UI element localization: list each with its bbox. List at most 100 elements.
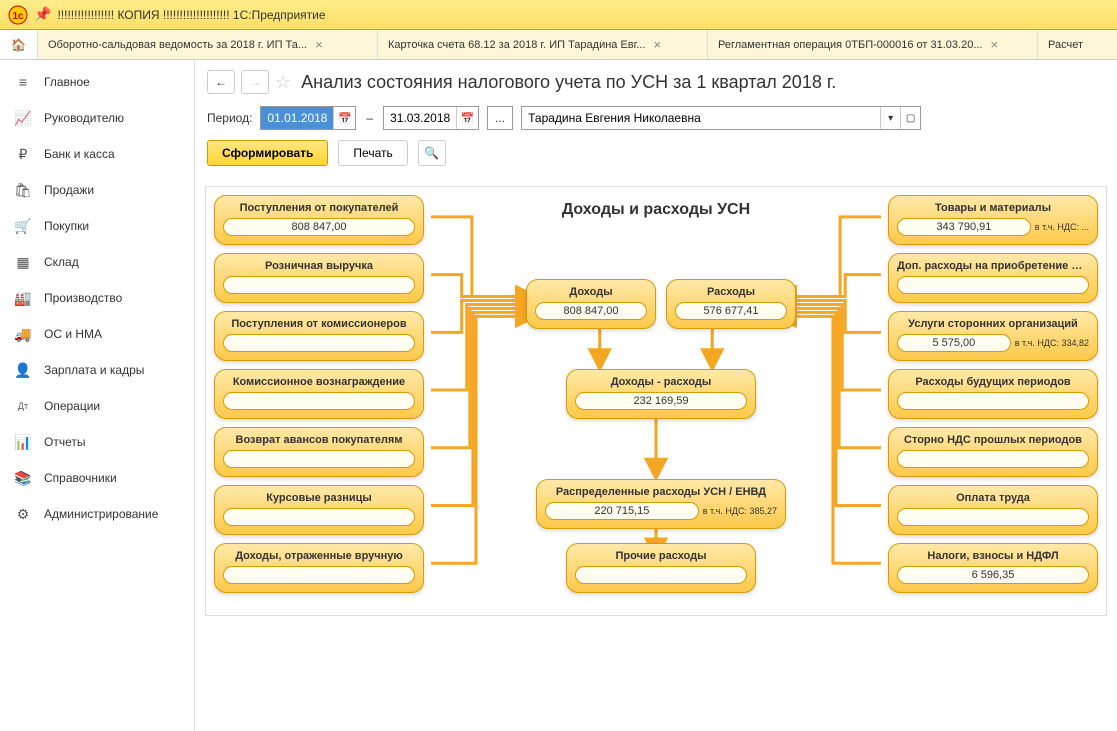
date-to-field[interactable]: 📅 bbox=[383, 106, 479, 130]
close-icon[interactable]: × bbox=[991, 37, 999, 52]
entity-input[interactable] bbox=[522, 111, 880, 125]
sidebar-item-label: Производство bbox=[44, 291, 122, 305]
person-icon: 👤 bbox=[14, 361, 32, 379]
books-icon: 📚 bbox=[14, 469, 32, 487]
block-other-expense[interactable]: Прочие расходы bbox=[566, 543, 756, 593]
block-manual-income[interactable]: Доходы, отраженные вручную bbox=[214, 543, 424, 593]
sidebar-item-bank[interactable]: ₽ Банк и касса bbox=[0, 136, 194, 172]
form-button[interactable]: Сформировать bbox=[207, 140, 328, 166]
tab-label: Оборотно-сальдовая ведомость за 2018 г. … bbox=[48, 39, 307, 51]
svg-text:1c: 1c bbox=[12, 11, 24, 22]
cart-icon: 🛒 bbox=[14, 217, 32, 235]
date-from-input[interactable] bbox=[261, 107, 333, 129]
print-button[interactable]: Печать bbox=[338, 140, 407, 166]
block-commission-fee[interactable]: Комиссионное вознаграждение bbox=[214, 369, 424, 419]
period-picker-button[interactable]: ... bbox=[487, 106, 513, 130]
sidebar-item-hr[interactable]: 👤 Зарплата и кадры bbox=[0, 352, 194, 388]
block-retail-revenue[interactable]: Розничная выручка bbox=[214, 253, 424, 303]
block-fx-diff[interactable]: Курсовые разницы bbox=[214, 485, 424, 535]
block-future-expenses[interactable]: Расходы будущих периодов bbox=[888, 369, 1098, 419]
tab-0[interactable]: Оборотно-сальдовая ведомость за 2018 г. … bbox=[38, 30, 378, 59]
date-from-field[interactable]: 📅 bbox=[260, 106, 356, 130]
sidebar-item-label: Зарплата и кадры bbox=[44, 363, 144, 377]
sidebar-item-operations[interactable]: Дт Операции bbox=[0, 388, 194, 424]
block-buyer-receipts[interactable]: Поступления от покупателей808 847,00 bbox=[214, 195, 424, 245]
block-dist-expense[interactable]: Распределенные расходы УСН / ЕНВД220 715… bbox=[536, 479, 786, 529]
page-title: Анализ состояния налогового учета по УСН… bbox=[301, 72, 836, 93]
logo-1c-icon: 1c bbox=[8, 5, 28, 25]
block-diff[interactable]: Доходы - расходы232 169,59 bbox=[566, 369, 756, 419]
sidebar-item-sales[interactable]: 🛍Продажи bbox=[0, 172, 194, 208]
block-goods-materials[interactable]: Товары и материалы343 790,91в т.ч. НДС: … bbox=[888, 195, 1098, 245]
back-button[interactable]: ← bbox=[207, 70, 235, 94]
tab-label: Регламентная операция 0ТБП-000016 от 31.… bbox=[718, 39, 983, 51]
sidebar-item-warehouse[interactable]: ▦ Склад bbox=[0, 244, 194, 280]
sidebar-item-label: Руководителю bbox=[44, 111, 124, 125]
tabbar: 🏠 Оборотно-сальдовая ведомость за 2018 г… bbox=[0, 30, 1117, 60]
block-taxes[interactable]: Налоги, взносы и НДФЛ6 596,35 bbox=[888, 543, 1098, 593]
sidebar-item-refs[interactable]: 📚Справочники bbox=[0, 460, 194, 496]
sidebar-item-label: ОС и НМА bbox=[44, 327, 102, 341]
titlebar: 1c 📌 !!!!!!!!!!!!!!!!! КОПИЯ !!!!!!!!!!!… bbox=[0, 0, 1117, 30]
block-wages[interactable]: Оплата труда bbox=[888, 485, 1098, 535]
sidebar-item-manager[interactable]: 📈 Руководителю bbox=[0, 100, 194, 136]
truck-icon: 🚚 bbox=[14, 325, 32, 343]
sidebar-item-label: Операции bbox=[44, 399, 100, 413]
chart-icon: 📈 bbox=[14, 109, 32, 127]
sidebar-item-label: Администрирование bbox=[44, 507, 158, 521]
ruble-icon: ₽ bbox=[14, 145, 32, 163]
sidebar-item-reports[interactable]: 📊 Отчеты bbox=[0, 424, 194, 460]
gear-icon: ⚙ bbox=[14, 505, 32, 523]
diagram-area: Доходы и расходы УСН Поступления от поку… bbox=[195, 176, 1117, 731]
block-third-party-services[interactable]: Услуги сторонних организаций5 575,00в т.… bbox=[888, 311, 1098, 361]
tab-1[interactable]: Карточка счета 68.12 за 2018 г. ИП Тарад… bbox=[378, 30, 708, 59]
search-button[interactable]: 🔍 bbox=[418, 140, 446, 166]
sidebar-item-assets[interactable]: 🚚 ОС и НМА bbox=[0, 316, 194, 352]
block-advance-return[interactable]: Возврат авансов покупателям bbox=[214, 427, 424, 477]
block-vat-storno[interactable]: Сторно НДС прошлых периодов bbox=[888, 427, 1098, 477]
close-icon[interactable]: × bbox=[315, 37, 323, 52]
home-icon: 🏠 bbox=[11, 38, 26, 52]
block-commissioner-receipts[interactable]: Поступления от комиссионеров bbox=[214, 311, 424, 361]
content-header: ← → ☆ Анализ состояния налогового учета … bbox=[195, 60, 1117, 100]
action-row: Сформировать Печать 🔍 bbox=[195, 136, 1117, 176]
tab-3[interactable]: Расчет bbox=[1038, 30, 1117, 59]
boxes-icon: ▦ bbox=[14, 253, 32, 271]
dropdown-icon[interactable]: ▾ bbox=[880, 107, 900, 129]
pin-icon[interactable]: 📌 bbox=[34, 6, 51, 23]
menu-icon: ≡ bbox=[14, 73, 32, 91]
sidebar-item-label: Отчеты bbox=[44, 435, 85, 449]
tab-home[interactable]: 🏠 bbox=[0, 30, 38, 59]
barchart-icon: 📊 bbox=[14, 433, 32, 451]
content: ← → ☆ Анализ состояния налогового учета … bbox=[195, 60, 1117, 731]
sidebar-item-main[interactable]: ≡ Главное bbox=[0, 64, 194, 100]
sidebar: ≡Главное 📈Руководителю ₽Банк и касса 🛍Пр… bbox=[0, 60, 195, 731]
open-icon[interactable]: ▢ bbox=[900, 107, 920, 129]
block-income[interactable]: Доходы808 847,00 bbox=[526, 279, 656, 329]
sidebar-item-admin[interactable]: ⚙ Администрирование bbox=[0, 496, 194, 532]
bag-icon: 🛍 bbox=[14, 181, 32, 199]
sidebar-item-label: Главное bbox=[44, 75, 90, 89]
sidebar-item-label: Банк и касса bbox=[44, 147, 115, 161]
window-title: !!!!!!!!!!!!!!!!! КОПИЯ !!!!!!!!!!!!!!!!… bbox=[57, 8, 325, 22]
dtkt-icon: Дт bbox=[14, 397, 32, 415]
tab-2[interactable]: Регламентная операция 0ТБП-000016 от 31.… bbox=[708, 30, 1038, 59]
sidebar-item-purchases[interactable]: 🛒 Покупки bbox=[0, 208, 194, 244]
entity-select[interactable]: ▾ ▢ bbox=[521, 106, 921, 130]
tab-label: Карточка счета 68.12 за 2018 г. ИП Тарад… bbox=[388, 39, 646, 51]
sidebar-item-production[interactable]: 🏭 Производство bbox=[0, 280, 194, 316]
forward-button[interactable]: → bbox=[241, 70, 269, 94]
block-add-expenses[interactable]: Доп. расходы на приобретение ТМЦ bbox=[888, 253, 1098, 303]
sidebar-item-label: Склад bbox=[44, 255, 79, 269]
calendar-icon[interactable]: 📅 bbox=[333, 107, 355, 129]
close-icon[interactable]: × bbox=[654, 37, 662, 52]
toolbar: Период: 📅 – 📅 ... ▾ ▢ bbox=[195, 100, 1117, 136]
block-expense[interactable]: Расходы576 677,41 bbox=[666, 279, 796, 329]
sidebar-item-label: Покупки bbox=[44, 219, 89, 233]
diagram-frame: Доходы и расходы УСН Поступления от поку… bbox=[205, 186, 1107, 616]
calendar-icon[interactable]: 📅 bbox=[456, 107, 478, 129]
favorite-icon[interactable]: ☆ bbox=[275, 72, 291, 93]
factory-icon: 🏭 bbox=[14, 289, 32, 307]
diagram-title: Доходы и расходы УСН bbox=[562, 201, 750, 219]
date-to-input[interactable] bbox=[384, 107, 456, 129]
